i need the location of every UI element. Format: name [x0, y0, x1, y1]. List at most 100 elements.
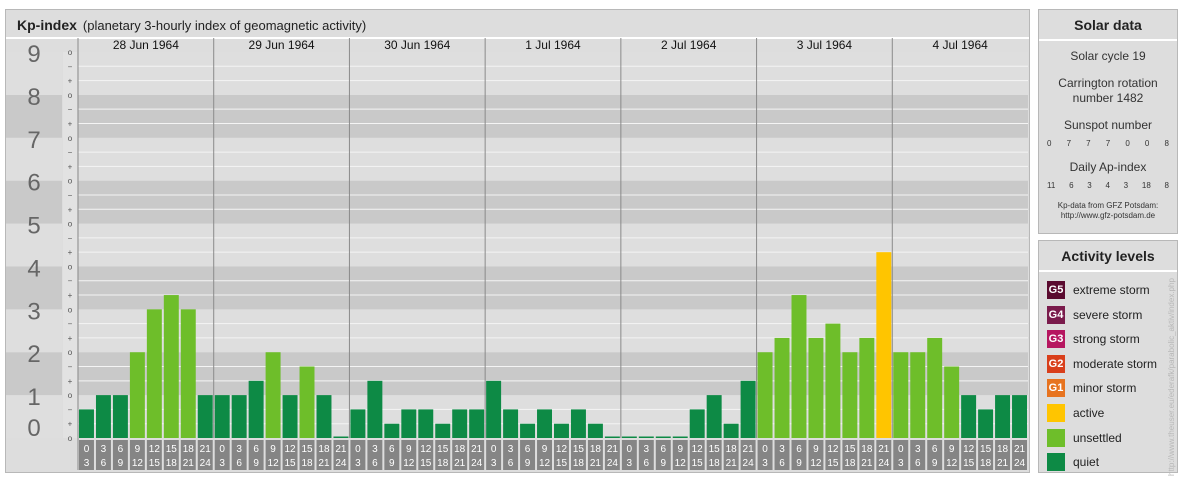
kp-chart: 28 Jun 1964 29 Jun 1964 30 Jun 1964 1 Jul 1… [6, 10, 1029, 470]
y-tick-label: 4 [27, 255, 40, 282]
day-label: 29 Jun 1964 [249, 38, 315, 52]
interval-start-label: 21 [200, 444, 212, 455]
kp-bar [638, 436, 654, 438]
minor-tick-symbol: o [68, 220, 73, 229]
kp-bar [112, 395, 128, 438]
legend-item-active: active [1047, 403, 1177, 423]
interval-start-label: 18 [726, 444, 738, 455]
ap-value-6: 8 [1164, 181, 1169, 190]
kp-bar [486, 380, 502, 438]
kp-bar [808, 337, 824, 438]
kp-band-6 [78, 137, 1028, 181]
minor-tick-symbol: o [68, 177, 73, 186]
interval-start-label: 18 [318, 444, 330, 455]
interval-start-label: 12 [556, 444, 568, 455]
interval-end-label: 15 [149, 458, 161, 469]
interval-end-label: 15 [827, 458, 839, 469]
interval-end-label: 12 [539, 458, 551, 469]
minor-tick-symbol: + [68, 77, 73, 86]
legend-swatch [1047, 403, 1065, 422]
interval-end-label: 6 [372, 458, 378, 469]
interval-end-label: 15 [420, 458, 432, 469]
interval-end-label: 21 [861, 458, 873, 469]
interval-start-label: 15 [301, 444, 313, 455]
interval-end-label: 21 [454, 458, 466, 469]
interval-end-label: 3 [219, 458, 225, 469]
minor-tick-symbol: − [68, 234, 73, 243]
interval-start-label: 0 [762, 444, 768, 455]
minor-tick-symbol: + [68, 377, 73, 386]
interval-start-label: 12 [692, 444, 704, 455]
sunspot-value-0: 0 [1047, 139, 1052, 148]
legend-swatch: G4 [1047, 305, 1065, 324]
ap-label: Daily Ap-index [1069, 160, 1147, 174]
interval-end-label: 6 [236, 458, 242, 469]
interval-end-label: 24 [878, 458, 890, 469]
kp-bar [961, 395, 977, 438]
interval-start-label: 6 [932, 444, 938, 455]
interval-start-label: 21 [471, 444, 483, 455]
carrington-line2: number 1482 [1072, 91, 1144, 105]
solar-data-title: Solar data [1039, 10, 1177, 41]
interval-start-label: 3 [779, 444, 785, 455]
interval-end-label: 12 [403, 458, 415, 469]
minor-tick-symbol: o [68, 262, 73, 271]
kp-bar [774, 337, 790, 438]
interval-start-label: 21 [743, 444, 755, 455]
interval-start-label: 21 [1014, 444, 1026, 455]
kp-bar [469, 409, 485, 438]
kp-bar [537, 409, 552, 438]
kp-band-7 [78, 94, 1028, 138]
interval-end-label: 3 [627, 458, 633, 469]
interval-start-label: 3 [915, 444, 921, 455]
interval-start-label: 9 [135, 444, 141, 455]
interval-start-label: 3 [101, 444, 107, 455]
interval-start-label: 6 [525, 444, 531, 455]
activity-legend: G5 extreme storm G4 severe storm G3 strong st… [1039, 280, 1177, 472]
interval-end-label: 21 [997, 458, 1009, 469]
minor-tick-symbol: o [68, 434, 73, 443]
chart-header: Kp-index (planetary 3-hourly index of geo… [17, 17, 366, 35]
ap-value-2: 3 [1087, 181, 1092, 190]
interval-end-label: 18 [709, 458, 721, 469]
kp-bar [927, 337, 943, 438]
data-credit-url: http://www.gfz-potsdam.de [1060, 211, 1156, 220]
legend-label: severe storm [1073, 307, 1143, 322]
y-tick-label: 6 [27, 170, 40, 197]
legend-label: extreme storm [1073, 283, 1150, 297]
legend-swatch: G1 [1047, 379, 1065, 398]
watermark: http://www.theuser.eu/ederafk/parabolic_… [1167, 278, 1176, 476]
solar-cycle: Solar cycle 19 [1070, 49, 1146, 63]
kp-bar [214, 395, 230, 438]
minor-tick-symbol: + [68, 248, 73, 257]
interval-start-label: 15 [844, 444, 856, 455]
interval-start-label: 18 [183, 444, 195, 455]
interval-end-label: 18 [437, 458, 449, 469]
interval-end-label: 24 [1014, 458, 1026, 469]
legend-item-strong-storm: G3 strong storm [1047, 329, 1177, 349]
kp-bar [740, 380, 756, 438]
kp-bar [299, 366, 315, 438]
kp-bar [197, 395, 213, 438]
kp-bar [876, 252, 892, 438]
interval-start-label: 18 [590, 444, 602, 455]
interval-start-label: 0 [219, 444, 225, 455]
interval-end-label: 6 [915, 458, 921, 469]
kp-bar [621, 436, 637, 438]
kp-bar [604, 436, 620, 438]
kp-bar [435, 423, 451, 438]
interval-end-label: 24 [607, 458, 619, 469]
sunspot-value-4: 0 [1125, 139, 1130, 148]
interval-end-label: 12 [675, 458, 687, 469]
minor-tick-symbol: + [68, 162, 73, 171]
legend-item-severe-storm: G4 severe storm [1047, 305, 1177, 325]
interval-end-label: 12 [810, 458, 822, 469]
sunspot-label: Sunspot number [1063, 118, 1153, 132]
kp-bar [723, 423, 739, 438]
kp-bar [350, 409, 366, 438]
interval-end-label: 18 [844, 458, 856, 469]
y-tick-label: 7 [27, 127, 40, 154]
kp-bar [146, 309, 162, 438]
interval-end-label: 3 [762, 458, 768, 469]
interval-end-label: 18 [980, 458, 992, 469]
